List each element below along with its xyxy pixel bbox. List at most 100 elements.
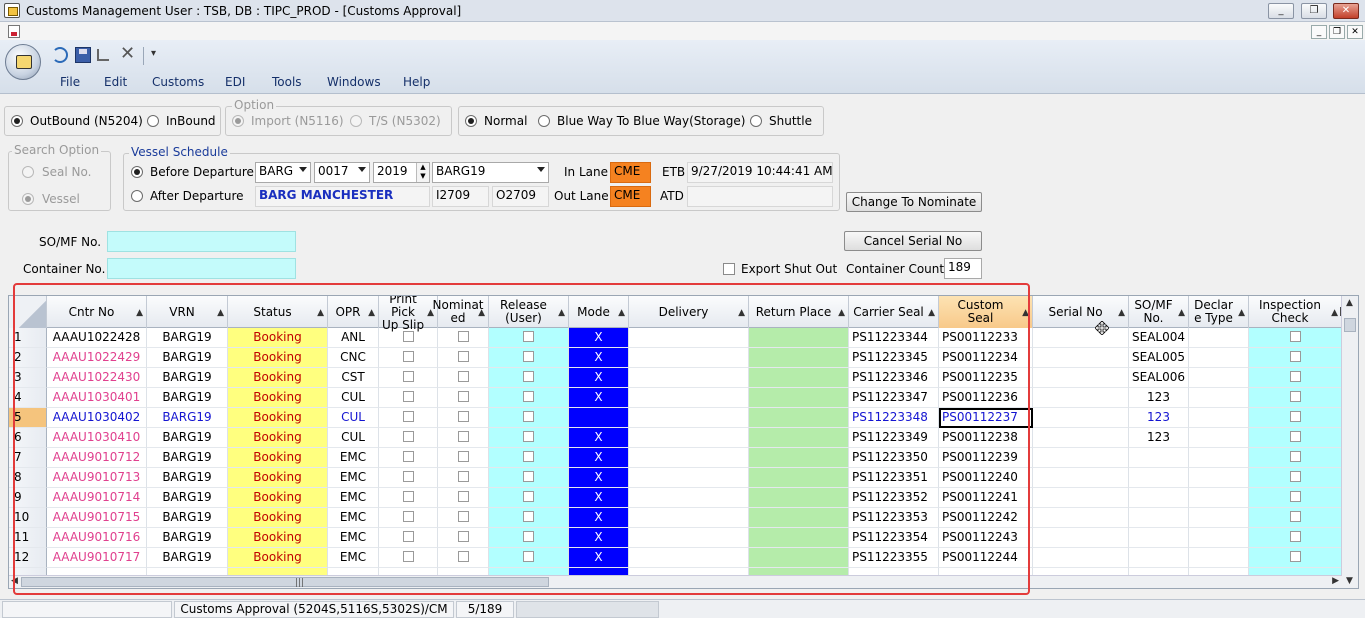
cell-print[interactable] (379, 328, 438, 348)
sort-icon[interactable]: ▲ (1118, 307, 1125, 320)
vertical-scroll-thumb[interactable] (1344, 318, 1356, 332)
checkbox[interactable] (523, 371, 534, 382)
cell-nominated[interactable] (438, 448, 489, 468)
close-icon[interactable]: ✕ (120, 45, 136, 63)
menu-tools[interactable]: Tools (272, 75, 302, 89)
cell-return[interactable] (749, 448, 849, 468)
cell-mode[interactable]: X (569, 548, 629, 568)
row-header[interactable]: 7 (9, 448, 47, 468)
cell-return[interactable] (749, 508, 849, 528)
cell-declare[interactable] (1189, 548, 1249, 568)
cell-cntr[interactable]: AAAU1022428 (47, 328, 147, 348)
cell-opr[interactable]: EMC (328, 448, 379, 468)
column-header-mode[interactable]: Mode ▲ (569, 296, 629, 328)
import-radio[interactable] (232, 115, 244, 127)
sort-icon[interactable]: ▲ (317, 307, 324, 320)
cell-mode[interactable]: X (569, 328, 629, 348)
checkbox[interactable] (457, 491, 469, 502)
cell-status[interactable]: Booking (228, 428, 328, 448)
column-header-nominated[interactable]: Nominat ed ▲ (433, 296, 489, 328)
cell-opr[interactable]: CUL (328, 428, 379, 448)
cell-somf[interactable]: 123 (1129, 428, 1189, 448)
cell-declare[interactable] (1189, 448, 1249, 468)
cell-carrier_seal[interactable]: PS11223344 (849, 328, 939, 348)
checkbox[interactable] (523, 471, 534, 482)
cell-print[interactable] (379, 448, 438, 468)
checkbox[interactable] (402, 471, 414, 482)
year-stepper[interactable]: 2019 ▲ ▼ (373, 162, 430, 183)
cell-inspection[interactable] (1249, 548, 1342, 568)
cell-print[interactable] (379, 348, 438, 368)
column-header-release[interactable]: Release (User) ▲ (489, 296, 569, 328)
cell-delivery[interactable] (629, 428, 749, 448)
column-header-opr[interactable]: OPR ▲ (328, 296, 379, 328)
cell-release[interactable] (489, 548, 569, 568)
checkbox[interactable] (523, 531, 534, 542)
cell-vrn[interactable]: BARG19 (147, 328, 228, 348)
checkbox[interactable] (1289, 331, 1301, 342)
cell-serial[interactable] (1033, 448, 1129, 468)
checkbox[interactable] (457, 411, 469, 422)
container-grid[interactable]: Cntr No ▲ VRN ▲ Status ▲ OPR ▲ Print Pick Up Slip… (8, 295, 1359, 589)
checkbox[interactable] (1289, 391, 1301, 402)
cell-declare[interactable] (1189, 328, 1249, 348)
cell-status[interactable]: Booking (228, 408, 328, 428)
cell-somf[interactable] (1129, 448, 1189, 468)
cancel-serial-no-button[interactable]: Cancel Serial No (844, 231, 982, 251)
cell-opr[interactable]: CST (328, 368, 379, 388)
normal-radio[interactable] (465, 115, 477, 127)
cell-cntr[interactable]: AAAU9010717 (47, 548, 147, 568)
column-header-status[interactable]: Status ▲ (228, 296, 328, 328)
cell-cntr[interactable]: AAAU1022429 (47, 348, 147, 368)
cell-release[interactable] (489, 488, 569, 508)
cell-serial[interactable] (1033, 488, 1129, 508)
checkbox[interactable] (457, 531, 469, 542)
cell-cntr[interactable]: AAAU9010714 (47, 488, 147, 508)
checkbox[interactable] (402, 531, 414, 542)
cell-delivery[interactable] (629, 548, 749, 568)
scroll-down-icon[interactable]: ▼ (1346, 576, 1353, 586)
checkbox[interactable] (1289, 351, 1301, 362)
sort-icon[interactable]: ▲ (738, 307, 745, 320)
checkbox[interactable] (402, 551, 414, 562)
checkbox[interactable] (1289, 471, 1301, 482)
menu-customs[interactable]: Customs (152, 75, 204, 89)
cell-vrn[interactable]: BARG19 (147, 448, 228, 468)
cell-somf[interactable]: SEAL004 (1129, 328, 1189, 348)
cell-nominated[interactable] (438, 368, 489, 388)
cell-delivery[interactable] (629, 528, 749, 548)
export-shut-out-label[interactable]: Export Shut Out (741, 262, 837, 276)
cell-custom_seal[interactable]: PS00112235 (939, 368, 1033, 388)
cell-carrier_seal[interactable]: PS11223353 (849, 508, 939, 528)
shuttle-label[interactable]: Shuttle (769, 114, 812, 128)
cell-return[interactable] (749, 548, 849, 568)
cell-mode[interactable]: X (569, 448, 629, 468)
close-button[interactable]: ✕ (1333, 3, 1359, 19)
cell-carrier_seal[interactable]: PS11223351 (849, 468, 939, 488)
cell-serial[interactable] (1033, 428, 1129, 448)
cell-opr[interactable]: CNC (328, 348, 379, 368)
cell-carrier_seal[interactable]: PS11223349 (849, 428, 939, 448)
checkbox[interactable] (402, 411, 414, 422)
checkbox[interactable] (1289, 511, 1301, 522)
cell-declare[interactable] (1189, 348, 1249, 368)
sort-icon[interactable]: ▲ (558, 307, 565, 320)
checkbox[interactable] (402, 351, 414, 362)
cell-cntr[interactable]: AAAU1030401 (47, 388, 147, 408)
cell-print[interactable] (379, 468, 438, 488)
change-to-nominate-button[interactable]: Change To Nominate (846, 192, 982, 212)
cell-print[interactable] (379, 428, 438, 448)
container-no-input[interactable] (107, 258, 296, 279)
cell-nominated[interactable] (438, 528, 489, 548)
cell-vrn[interactable]: BARG19 (147, 388, 228, 408)
column-header-somf[interactable]: SO/MF No. ▲ (1129, 296, 1189, 328)
mdi-close-button[interactable]: ✕ (1347, 25, 1363, 39)
cell-status[interactable]: Booking (228, 348, 328, 368)
scroll-right-icon[interactable]: ▶ (1332, 576, 1339, 586)
checkbox[interactable] (457, 511, 469, 522)
cell-vrn[interactable]: BARG19 (147, 548, 228, 568)
cell-carrier_seal[interactable]: PS11223355 (849, 548, 939, 568)
cell-opr[interactable]: EMC (328, 468, 379, 488)
checkbox[interactable] (457, 451, 469, 462)
checkbox[interactable] (1289, 531, 1301, 542)
